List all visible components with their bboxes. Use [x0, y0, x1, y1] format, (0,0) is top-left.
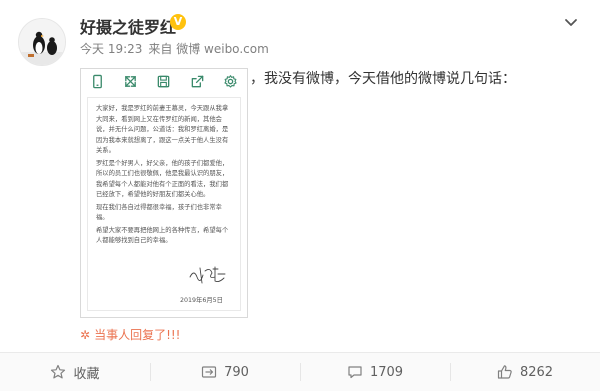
letter-document: 大家好，我是罗红的前妻王慕灵，今天跟从我拿大同来，看到网上又在传罗红的新闻，其他…	[87, 97, 241, 311]
handwritten-signature	[189, 266, 226, 284]
star-icon	[51, 364, 66, 379]
phone-icon[interactable]	[88, 71, 108, 91]
post-image[interactable]: 大家好，我是罗红的前妻王慕灵，今天跟从我拿大同来，看到网上又在传罗红的新闻，其他…	[80, 68, 248, 318]
like-count: 8262	[519, 364, 554, 380]
letter-paragraph: 希望大家不要再把他网上的各种传言，希望每个人都能够找到自己的幸福。	[96, 226, 229, 245]
like-button[interactable]: 8262	[450, 353, 600, 391]
post-time[interactable]: 今天 19:23	[80, 42, 142, 56]
letter-paragraph: 罗红是个好男人，好父亲，他的孩子们都爱他，所以的员工们也很敬佩，他是我最认识的朋…	[96, 159, 229, 199]
settings-icon[interactable]	[220, 71, 240, 91]
weibo-post-card: 好摄之徒罗红 V 今天 19:23来自 微博 weibo.com “ ，我没有微…	[0, 0, 600, 391]
avatar[interactable]	[18, 18, 66, 66]
letter-date: 2019年6月5日	[180, 297, 223, 304]
letter-paragraph: 大家好，我是罗红的前妻王慕灵，今天跟从我拿大同来，看到网上又在传罗红的新闻，其他…	[96, 105, 229, 154]
favorite-label: 收藏	[73, 366, 100, 382]
post-source[interactable]: 来自 微博 weibo.com	[148, 42, 268, 56]
forward-icon	[201, 366, 217, 378]
chevron-down-icon[interactable]	[562, 14, 580, 32]
comment-count: 1709	[369, 364, 404, 380]
post-meta: 今天 19:23 来自 微博 weibo.com	[80, 40, 269, 57]
reply-tag[interactable]: ✲ 当事人回复了!!!	[80, 326, 181, 343]
comment-icon	[348, 366, 362, 379]
post-text: ，我没有微博，今天借他的微博说几句话：	[250, 71, 516, 87]
action-bar: 收藏 790 1709 8262	[0, 352, 600, 391]
comment-button[interactable]: 1709	[300, 353, 450, 391]
save-icon[interactable]	[154, 71, 174, 91]
reply-tag-label: 当事人回复了!!!	[94, 328, 181, 342]
username[interactable]: 好摄之徒罗红	[80, 14, 176, 38]
expand-icon[interactable]	[121, 71, 141, 91]
avatar-image	[19, 19, 65, 65]
flower-icon: ✲	[80, 328, 91, 342]
thumbs-up-icon	[497, 365, 512, 379]
forward-button[interactable]: 790	[150, 353, 300, 391]
verified-badge-icon: V	[170, 14, 186, 30]
favorite-button[interactable]: 收藏	[0, 353, 150, 391]
forward-count: 790	[224, 364, 249, 380]
image-toolbar	[81, 69, 247, 93]
share-icon[interactable]	[187, 71, 207, 91]
letter-paragraph: 现在我们各自过得都很幸福，孩子们也非常幸福。	[96, 203, 222, 222]
